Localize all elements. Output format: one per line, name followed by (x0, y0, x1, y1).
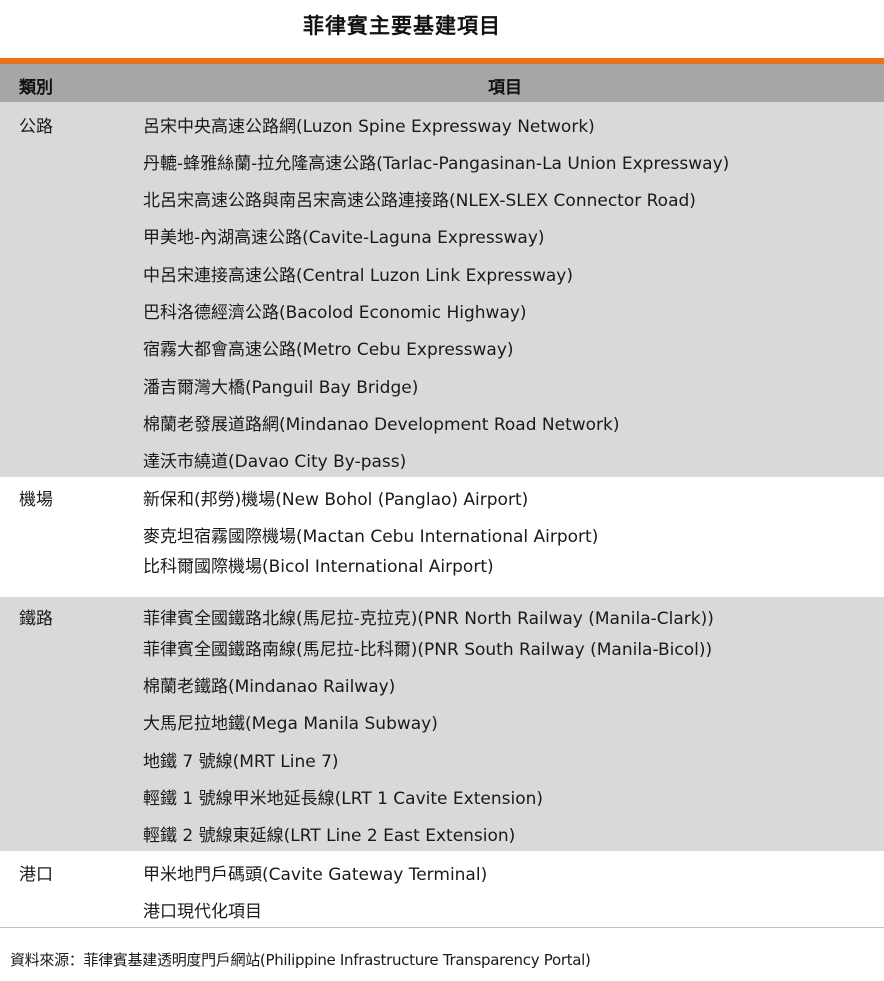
footer-divider (0, 927, 884, 928)
list-item: 呂宋中央高速公路網(Luzon Spine Expressway Network… (143, 117, 595, 137)
list-item: 達沃市繞道(Davao City By-pass) (143, 452, 407, 472)
list-item: 輕鐵 2 號線東延線(LRT Line 2 East Extension) (143, 826, 516, 846)
source-note: 資料來源：菲律賓基建透明度門戶網站(Philippine Infrastruct… (10, 951, 591, 969)
list-item: 潘吉爾灣大橋(Panguil Bay Bridge) (143, 378, 419, 398)
list-item: 巴科洛德經濟公路(Bacolod Economic Highway) (143, 303, 527, 323)
list-item: 菲律賓全國鐵路北線(馬尼拉-克拉克)(PNR North Railway (Ma… (143, 609, 714, 629)
header-category: 類別 (19, 78, 53, 98)
list-item: 宿霧大都會高速公路(Metro Cebu Expressway) (143, 340, 514, 360)
list-item: 菲律賓全國鐵路南線(馬尼拉-比科爾)(PNR South Railway (Ma… (143, 640, 713, 660)
list-item: 麥克坦宿霧國際機場(Mactan Cebu International Airp… (143, 527, 599, 547)
list-item: 地鐵 7 號線(MRT Line 7) (143, 752, 339, 772)
list-item: 棉蘭老鐵路(Mindanao Railway) (143, 677, 396, 697)
list-item: 棉蘭老發展道路網(Mindanao Development Road Netwo… (143, 415, 620, 435)
group-airports: 機場 新保和(邦勞)機場(New Bohol (Panglao) Airport… (0, 477, 884, 597)
category-label: 港口 (19, 865, 53, 885)
page-title: 菲律賓主要基建項目 (303, 13, 501, 38)
list-item: 港口現代化項目 (143, 902, 262, 922)
list-item: 丹轆-蜂雅絲蘭-拉允隆高速公路(Tarlac-Pangasinan-La Uni… (143, 154, 730, 174)
list-item: 比科爾國際機場(Bicol International Airport) (143, 557, 494, 577)
list-item: 新保和(邦勞)機場(New Bohol (Panglao) Airport) (143, 490, 529, 510)
list-item: 北呂宋高速公路與南呂宋高速公路連接路(NLEX-SLEX Connector R… (143, 191, 696, 211)
list-item: 中呂宋連接高速公路(Central Luzon Link Expressway) (143, 266, 573, 286)
category-label: 機場 (19, 490, 53, 510)
group-railways: 鐵路 菲律賓全國鐵路北線(馬尼拉-克拉克)(PNR North Railway … (0, 597, 884, 851)
list-item: 輕鐵 1 號線甲米地延長線(LRT 1 Cavite Extension) (143, 789, 543, 809)
list-item: 大馬尼拉地鐵(Mega Manila Subway) (143, 714, 438, 734)
list-item: 甲米地門戶碼頭(Cavite Gateway Terminal) (143, 865, 488, 885)
list-item: 甲美地-內湖高速公路(Cavite-Laguna Expressway) (143, 228, 545, 248)
category-label: 鐵路 (19, 609, 53, 629)
category-label: 公路 (19, 117, 53, 137)
group-roads: 公路 呂宋中央高速公路網(Luzon Spine Expressway Netw… (0, 102, 884, 477)
group-ports: 港口 甲米地門戶碼頭(Cavite Gateway Terminal) 港口現代… (0, 851, 884, 927)
table-header: 類別 項目 (0, 64, 884, 102)
header-project: 項目 (488, 78, 522, 98)
